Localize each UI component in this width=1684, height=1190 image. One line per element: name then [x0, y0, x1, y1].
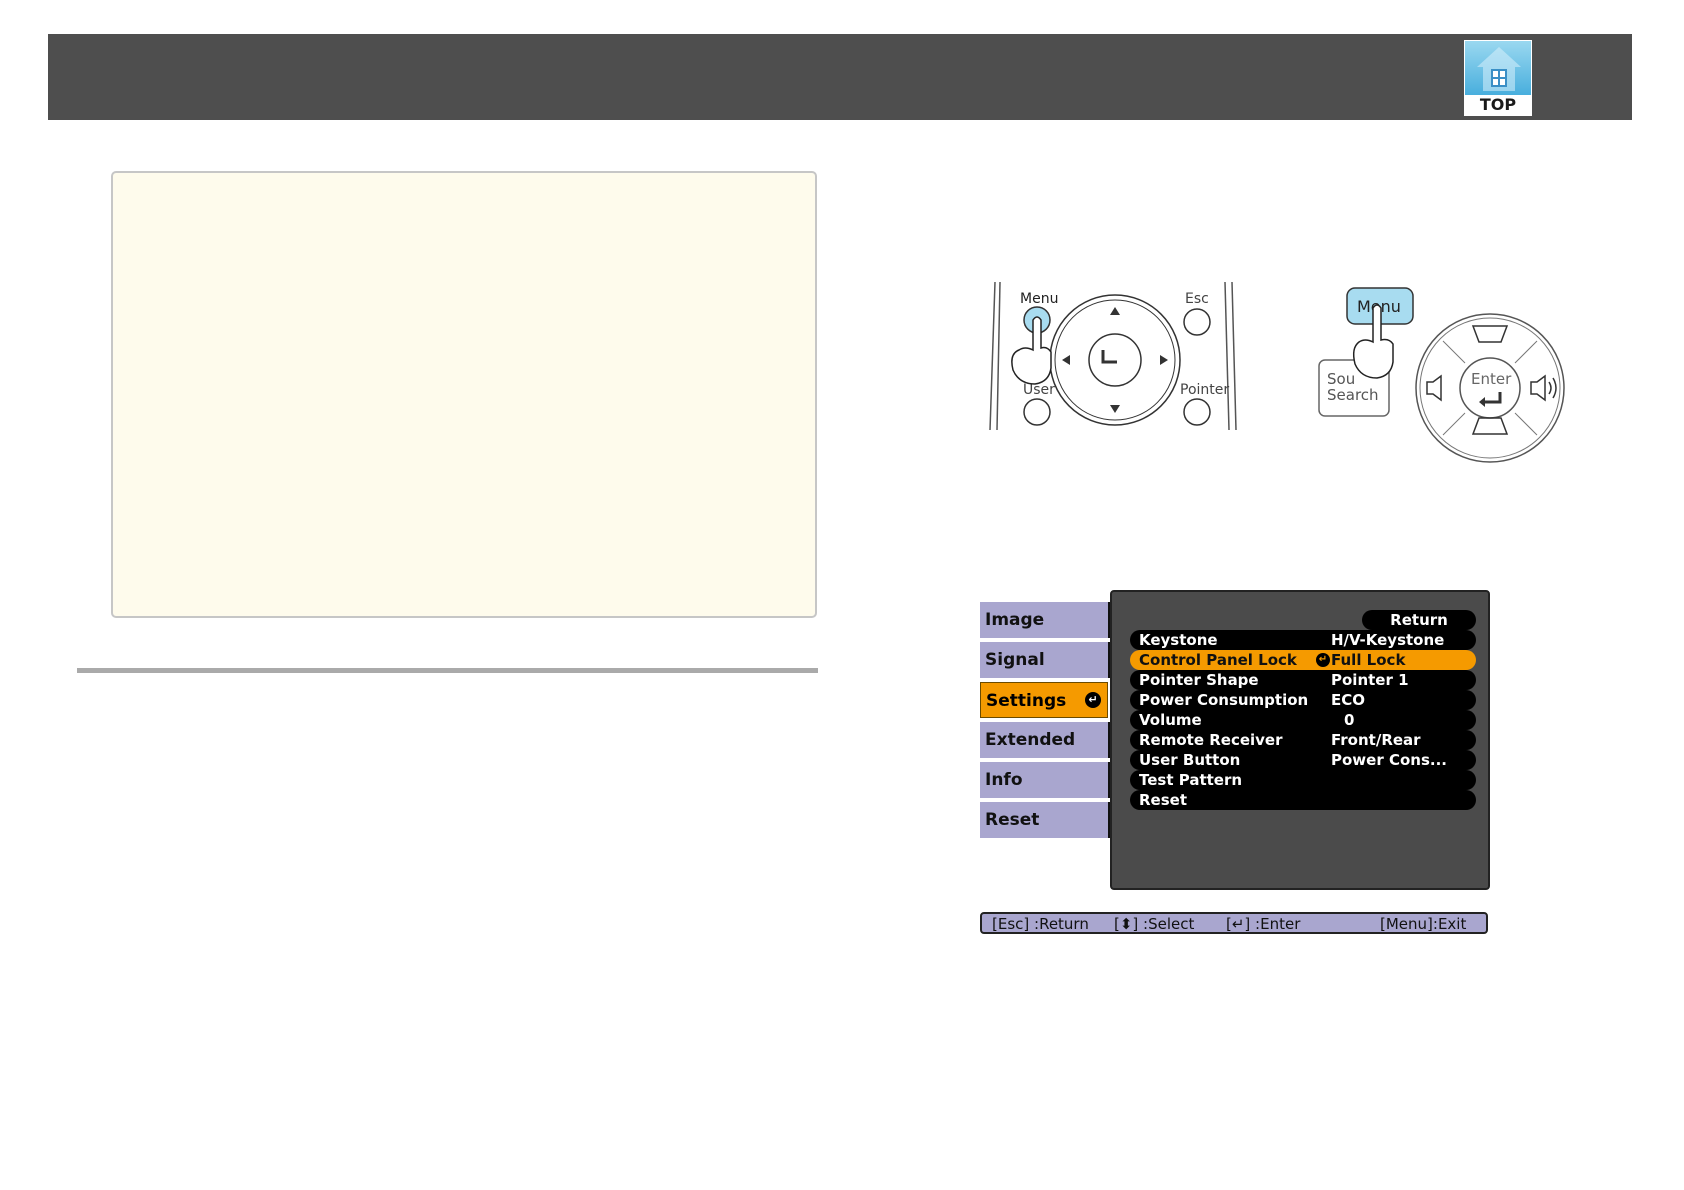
menu-row-control-panel-lock[interactable]: Control Panel Lock ↵ Full Lock: [1130, 650, 1476, 670]
esc-button[interactable]: [1183, 308, 1211, 336]
section-divider: [77, 668, 818, 673]
menu-tab-info[interactable]: Info: [980, 762, 1108, 798]
configuration-menu: Image Signal Settings ↵ Extended Info Res…: [980, 590, 1490, 935]
help-select: [⬍] :Select: [1114, 915, 1195, 933]
menu-tab-signal[interactable]: Signal: [980, 642, 1108, 678]
note-box: [111, 171, 817, 618]
enter-icon: ↵: [1085, 692, 1101, 708]
menu-row-user-button[interactable]: User Button Power Cons...: [1130, 750, 1476, 770]
help-bar: [Esc] :Return [⬍] :Select [↵] :Enter [Me…: [980, 912, 1488, 934]
menu-row-keystone[interactable]: Keystone H/V-Keystone: [1130, 630, 1476, 650]
pointer-button[interactable]: [1183, 398, 1211, 426]
return-button[interactable]: Return: [1362, 610, 1476, 630]
user-label: User: [1023, 382, 1055, 398]
top-label: TOP: [1465, 95, 1531, 115]
remote-control-illustration: Menu Esc User Pointer: [989, 281, 1237, 431]
help-enter: [↵] :Enter: [1226, 915, 1301, 933]
menu-tab-settings[interactable]: Settings ↵: [980, 682, 1108, 718]
menu-tab-image[interactable]: Image: [980, 602, 1108, 638]
menu-row-remote-receiver[interactable]: Remote Receiver Front/Rear: [1130, 730, 1476, 750]
top-button[interactable]: TOP: [1464, 40, 1532, 116]
menu-row-reset[interactable]: Reset: [1130, 790, 1476, 810]
enter-icon: ↵: [1316, 653, 1330, 667]
header-bar: [48, 34, 1632, 120]
help-exit: [Menu]:Exit: [1380, 915, 1467, 933]
help-esc: [Esc] :Return: [992, 915, 1089, 933]
control-panel-illustration: Sou Search Menu Enter: [1318, 287, 1565, 463]
user-button[interactable]: [1023, 398, 1051, 426]
menu-row-volume[interactable]: Volume 0: [1130, 710, 1476, 730]
enter-button[interactable]: [1088, 333, 1142, 387]
menu-tab-reset[interactable]: Reset: [980, 802, 1108, 838]
enter-label: Enter: [1471, 370, 1512, 388]
menu-row-power-consumption[interactable]: Power Consumption ECO: [1130, 690, 1476, 710]
menu-tab-extended[interactable]: Extended: [980, 722, 1108, 758]
settings-panel: Return Keystone H/V-Keystone Control Pan…: [1110, 590, 1490, 890]
search-label: Search: [1327, 386, 1379, 404]
pointer-label: Pointer: [1180, 382, 1229, 398]
menu-row-test-pattern[interactable]: Test Pattern: [1130, 770, 1476, 790]
enter-button[interactable]: [1459, 357, 1521, 419]
home-icon: [1477, 47, 1521, 91]
menu-label: Menu: [1020, 291, 1058, 307]
menu-row-pointer-shape[interactable]: Pointer Shape Pointer 1: [1130, 670, 1476, 690]
esc-label: Esc: [1185, 291, 1209, 307]
